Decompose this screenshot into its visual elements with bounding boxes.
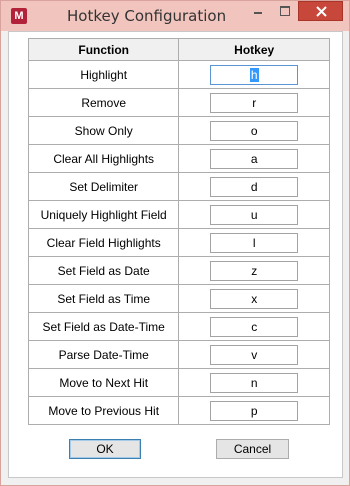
- hotkey-value: l: [252, 235, 256, 250]
- hotkey-cell: n: [178, 368, 330, 397]
- table-row: Set Field as Date z: [27, 256, 330, 285]
- hotkey-cell: o: [178, 116, 330, 145]
- hotkey-cell: u: [178, 200, 330, 229]
- close-button[interactable]: [298, 1, 343, 21]
- minimize-button[interactable]: [246, 1, 270, 21]
- hotkey-value: n: [250, 375, 258, 390]
- hotkey-value: p: [250, 403, 258, 418]
- function-label: Clear All Highlights: [27, 144, 180, 173]
- hotkey-input[interactable]: a: [210, 148, 299, 169]
- hotkey-input[interactable]: h: [210, 64, 299, 85]
- table-row: Set Field as Date-Time c: [27, 312, 330, 341]
- window-title: Hotkey Configuration: [67, 7, 227, 25]
- cancel-button[interactable]: Cancel: [216, 439, 289, 459]
- table-row: Move to Previous Hit p: [27, 396, 330, 425]
- title-bar[interactable]: M Hotkey Configuration: [1, 1, 349, 31]
- content-panel: Function Hotkey Highlight h Remove r Show On…: [8, 31, 343, 478]
- function-label: Set Delimiter: [27, 172, 180, 201]
- hotkey-value: o: [250, 123, 258, 138]
- function-label: Move to Previous Hit: [27, 396, 180, 425]
- hotkey-input[interactable]: l: [210, 232, 299, 253]
- hotkey-input[interactable]: v: [210, 344, 299, 365]
- table-row: Remove r: [27, 88, 330, 117]
- hotkey-value: h: [249, 67, 259, 82]
- hotkey-value: r: [252, 95, 257, 110]
- function-label: Show Only: [27, 116, 180, 145]
- app-logo-icon[interactable]: M: [11, 8, 27, 24]
- hotkey-cell: h: [178, 60, 330, 89]
- close-icon: [316, 6, 327, 17]
- function-label: Clear Field Highlights: [27, 228, 180, 257]
- hotkey-input[interactable]: x: [210, 288, 299, 309]
- maximize-button[interactable]: [273, 1, 297, 21]
- table-row: Set Field as Time x: [27, 284, 330, 313]
- hotkey-value: x: [251, 291, 258, 306]
- hotkey-cell: z: [178, 256, 330, 285]
- function-label: Move to Next Hit: [27, 368, 180, 397]
- hotkey-config-window: M Hotkey Configuration Function Hotkey H…: [0, 0, 350, 486]
- hotkey-input[interactable]: n: [210, 372, 299, 393]
- hotkey-input[interactable]: o: [210, 120, 299, 141]
- table-row: Parse Date-Time v: [27, 340, 330, 369]
- hotkey-input[interactable]: d: [210, 176, 299, 197]
- hotkey-input[interactable]: c: [210, 316, 299, 337]
- hotkey-value: a: [250, 151, 258, 166]
- maximize-icon: [280, 6, 290, 16]
- function-label: Uniquely Highlight Field: [27, 200, 180, 229]
- function-label: Set Field as Date: [27, 256, 180, 285]
- hotkey-value: v: [251, 347, 258, 362]
- hotkey-input[interactable]: u: [210, 204, 299, 225]
- hotkey-input[interactable]: r: [210, 92, 299, 113]
- table-row: Highlight h: [27, 60, 330, 89]
- hotkey-cell: l: [178, 228, 330, 257]
- hotkey-table: Function Hotkey Highlight h Remove r Show On…: [27, 38, 330, 425]
- hotkey-value: c: [251, 319, 258, 334]
- function-label: Highlight: [27, 60, 180, 89]
- hotkey-input[interactable]: p: [210, 400, 299, 421]
- hotkey-cell: p: [178, 396, 330, 425]
- hotkey-cell: v: [178, 340, 330, 369]
- ok-button[interactable]: OK: [69, 439, 141, 459]
- function-label: Remove: [27, 88, 180, 117]
- function-label: Parse Date-Time: [27, 340, 180, 369]
- hotkey-cell: a: [178, 144, 330, 173]
- function-label: Set Field as Time: [27, 284, 180, 313]
- hotkey-value: u: [250, 207, 258, 222]
- table-header-row: Function Hotkey: [27, 38, 330, 61]
- minimize-icon: [254, 12, 262, 14]
- table-row: Show Only o: [27, 116, 330, 145]
- table-row: Clear All Highlights a: [27, 144, 330, 173]
- hotkey-value: d: [250, 179, 258, 194]
- hotkey-cell: r: [178, 88, 330, 117]
- table-row: Move to Next Hit n: [27, 368, 330, 397]
- column-header-hotkey: Hotkey: [178, 38, 330, 61]
- hotkey-cell: d: [178, 172, 330, 201]
- table-row: Uniquely Highlight Field u: [27, 200, 330, 229]
- hotkey-cell: c: [178, 312, 330, 341]
- hotkey-cell: x: [178, 284, 330, 313]
- function-label: Set Field as Date-Time: [27, 312, 180, 341]
- column-header-function: Function: [27, 38, 180, 61]
- hotkey-input[interactable]: z: [210, 260, 299, 281]
- table-row: Set Delimiter d: [27, 172, 330, 201]
- hotkey-value: z: [251, 263, 258, 278]
- table-row: Clear Field Highlights l: [27, 228, 330, 257]
